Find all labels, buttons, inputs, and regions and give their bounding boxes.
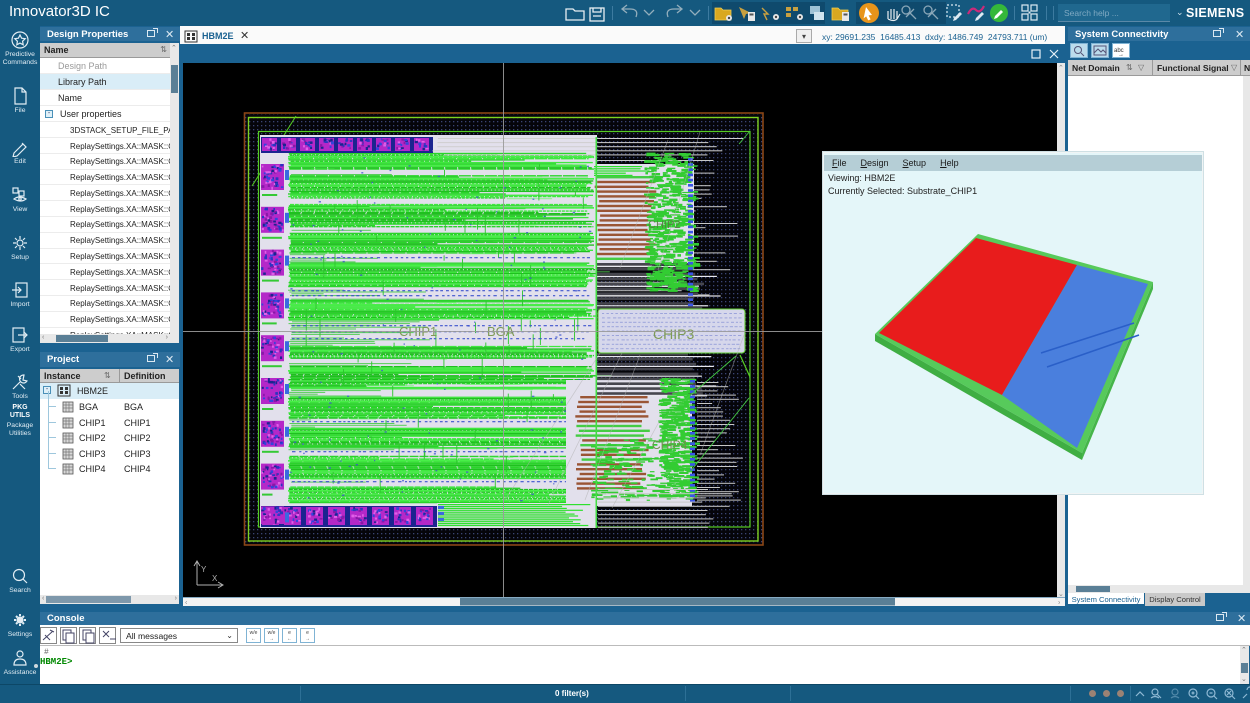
svg-text:CHIP2: CHIP2 bbox=[648, 219, 680, 231]
svg-text:⌃: ⌃ bbox=[1058, 64, 1064, 72]
svg-text:⌄: ⌄ bbox=[1058, 591, 1064, 598]
svg-text:CHIP3: CHIP3 bbox=[653, 326, 694, 342]
svg-text:→: → bbox=[1118, 52, 1124, 58]
svg-text:CHIP4: CHIP4 bbox=[652, 438, 688, 452]
svg-text:Y: Y bbox=[201, 565, 207, 574]
svg-text:X: X bbox=[212, 574, 218, 583]
